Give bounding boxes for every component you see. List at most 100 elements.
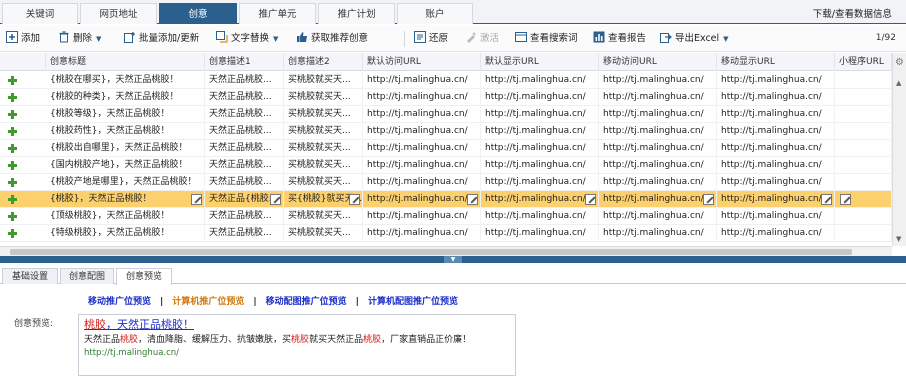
cell-mobile-display-url[interactable]: http://tj.malinghua.cn/ — [717, 174, 835, 191]
cell-default-display-url[interactable]: http://tj.malinghua.cn/ — [481, 89, 599, 106]
cell-mini-program-url[interactable] — [835, 123, 892, 140]
edit-icon[interactable] — [467, 194, 478, 205]
cell-description-1[interactable]: 天然正品桃胶... — [205, 208, 284, 225]
cell-default-visit-url[interactable]: http://tj.malinghua.cn/ — [363, 157, 481, 174]
cell-mini-program-url[interactable] — [835, 225, 892, 242]
cell-mini-program-url[interactable] — [835, 140, 892, 157]
expand-plus-icon[interactable] — [8, 161, 17, 170]
tab-campaigns[interactable]: 推广计划 — [318, 3, 395, 24]
vertical-scrollbar[interactable]: ⚙ ▲ ▼ — [892, 53, 906, 246]
cell-mobile-visit-url[interactable]: http://tj.malinghua.cn/ — [599, 225, 717, 242]
cell-creative-title[interactable]: {桃胶等级}，天然正品桃胶！ — [46, 106, 205, 123]
cell-mobile-visit-url[interactable]: http://tj.malinghua.cn/ — [599, 106, 717, 123]
tab-keywords[interactable]: 关键词 — [2, 3, 78, 24]
table-row[interactable]: {桃胶出自哪里}，天然正品桃胶！ 天然正品桃胶... 买桃胶就买天... http:/… — [0, 140, 892, 157]
restore-button[interactable]: 还原 — [414, 31, 448, 47]
edit-icon[interactable] — [191, 194, 202, 205]
mobile-preview-link[interactable]: 移动推广位预览 — [88, 294, 151, 307]
table-row[interactable]: {桃胶药性}，天然正品桃胶！ 天然正品桃胶... 买桃胶就买天... http://t… — [0, 123, 892, 140]
cell-description-1[interactable]: 天然正品桃胶... — [205, 106, 284, 123]
cell-description-2[interactable]: 买桃胶就买天... — [284, 208, 363, 225]
cell-default-display-url[interactable]: http://tj.malinghua.cn/ — [481, 174, 599, 191]
cell-default-visit-url[interactable]: http://tj.malinghua.cn/ — [363, 191, 481, 208]
header-default-display-url[interactable]: 默认显示URL — [481, 53, 599, 71]
cell-default-display-url[interactable]: http://tj.malinghua.cn/ — [481, 157, 599, 174]
cell-mini-program-url[interactable] — [835, 72, 892, 89]
cell-mobile-visit-url[interactable]: http://tj.malinghua.cn/ — [599, 157, 717, 174]
cell-mobile-display-url[interactable]: http://tj.malinghua.cn/ — [717, 123, 835, 140]
cell-description-2[interactable]: 买桃胶就买天... — [284, 106, 363, 123]
tab-ad-groups[interactable]: 推广单元 — [239, 3, 316, 24]
cell-mobile-display-url[interactable]: http://tj.malinghua.cn/ — [717, 72, 835, 89]
table-row[interactable]: {桃胶等级}，天然正品桃胶！ 天然正品桃胶... 买桃胶就买天... http://t… — [0, 106, 892, 123]
edit-icon[interactable] — [840, 194, 851, 205]
preview-ad-title[interactable]: 桃胶，天然正品桃胶！ — [84, 318, 510, 332]
cell-default-visit-url[interactable]: http://tj.malinghua.cn/ — [363, 106, 481, 123]
cell-mobile-visit-url[interactable]: http://tj.malinghua.cn/ — [599, 140, 717, 157]
table-row[interactable]: {桃胶产地是哪里}，天然正品桃胶！ 天然正品桃胶... 买桃胶就买天... http:… — [0, 174, 892, 191]
cell-default-display-url[interactable]: http://tj.malinghua.cn/ — [481, 123, 599, 140]
batch-add-update-button[interactable]: 批量添加/更新 — [124, 31, 199, 47]
header-description-1[interactable]: 创意描述1 — [205, 53, 284, 71]
text-replace-button[interactable]: 文字替换 ▼ — [216, 31, 278, 47]
cell-default-visit-url[interactable]: http://tj.malinghua.cn/ — [363, 72, 481, 89]
cell-description-1[interactable]: 天然正品桃胶... — [205, 72, 284, 89]
scroll-down-icon[interactable]: ▼ — [896, 235, 901, 243]
delete-button[interactable]: 删除 ▼ — [58, 31, 101, 47]
edit-icon[interactable] — [585, 194, 596, 205]
expand-plus-icon[interactable] — [8, 195, 17, 204]
expand-plus-icon[interactable] — [8, 93, 17, 102]
cell-creative-title[interactable]: {桃胶在哪买}，天然正品桃胶！ — [46, 72, 205, 89]
cell-mobile-display-url[interactable]: http://tj.malinghua.cn/ — [717, 208, 835, 225]
tab-creative-preview[interactable]: 创意预览 — [116, 268, 172, 285]
edit-icon[interactable] — [349, 194, 360, 205]
cell-description-1[interactable]: 天然正品桃胶... — [205, 174, 284, 191]
cell-creative-title[interactable]: {顶级桃胶}，天然正品桃胶！ — [46, 208, 205, 225]
header-mobile-visit-url[interactable]: 移动访问URL — [599, 53, 717, 71]
export-excel-button[interactable]: 导出Excel ▼ — [660, 31, 729, 47]
cell-mini-program-url[interactable] — [835, 208, 892, 225]
cell-description-1[interactable]: 天然正品桃胶... — [205, 89, 284, 106]
cell-description-2[interactable]: 买桃胶就买天... — [284, 89, 363, 106]
header-mobile-display-url[interactable]: 移动显示URL — [717, 53, 835, 71]
tab-creative-images[interactable]: 创意配图 — [60, 268, 114, 284]
cell-creative-title[interactable]: {国内桃胶产地}，天然正品桃胶！ — [46, 157, 205, 174]
table-row[interactable]: {特级桃胶}，天然正品桃胶！ 天然正品桃胶... 买桃胶就买天... http://t… — [0, 225, 892, 242]
activate-button[interactable]: 激活 — [465, 31, 499, 47]
table-row[interactable]: {桃胶在哪买}，天然正品桃胶！ 天然正品桃胶... 买桃胶就买天... http://… — [0, 72, 892, 89]
desktop-image-preview-link[interactable]: 计算机配图推广位预览 — [368, 294, 458, 307]
cell-creative-title[interactable]: {桃胶药性}，天然正品桃胶！ — [46, 123, 205, 140]
cell-description-2[interactable]: 买桃胶就买天... — [284, 174, 363, 191]
cell-description-2[interactable]: 买桃胶就买天... — [284, 72, 363, 89]
cell-creative-title[interactable]: {桃胶出自哪里}，天然正品桃胶！ — [46, 140, 205, 157]
view-search-terms-button[interactable]: 查看搜索词 — [515, 31, 578, 47]
cell-default-visit-url[interactable]: http://tj.malinghua.cn/ — [363, 208, 481, 225]
cell-mobile-display-url[interactable]: http://tj.malinghua.cn/ — [717, 157, 835, 174]
cell-default-visit-url[interactable]: http://tj.malinghua.cn/ — [363, 89, 481, 106]
cell-mobile-visit-url[interactable]: http://tj.malinghua.cn/ — [599, 208, 717, 225]
cell-mini-program-url[interactable] — [835, 89, 892, 106]
scroll-up-icon[interactable]: ▲ — [896, 79, 901, 87]
cell-mobile-display-url[interactable]: http://tj.malinghua.cn/ — [717, 89, 835, 106]
cell-creative-title[interactable]: {特级桃胶}，天然正品桃胶！ — [46, 225, 205, 242]
cell-description-2[interactable]: 买桃胶就买天... — [284, 157, 363, 174]
cell-description-2[interactable]: 买桃胶就买天... — [284, 225, 363, 242]
cell-mini-program-url[interactable] — [835, 106, 892, 123]
cell-default-display-url[interactable]: http://tj.malinghua.cn/ — [481, 225, 599, 242]
view-report-button[interactable]: 查看报告 — [593, 31, 646, 47]
table-row[interactable]: {顶级桃胶}，天然正品桃胶！ 天然正品桃胶... 买桃胶就买天... http://t… — [0, 208, 892, 225]
tab-creatives[interactable]: 创意 — [159, 3, 237, 24]
expand-plus-icon[interactable] — [8, 229, 17, 238]
cell-mobile-display-url[interactable]: http://tj.malinghua.cn/ — [717, 225, 835, 242]
cell-mobile-display-url[interactable]: http://tj.malinghua.cn/ — [717, 140, 835, 157]
edit-icon[interactable] — [703, 194, 714, 205]
tab-webpage-urls[interactable]: 网页地址 — [80, 3, 157, 24]
get-recommended-creatives-button[interactable]: 获取推荐创意 — [296, 31, 368, 47]
cell-description-1[interactable]: 天然正品桃胶... — [205, 157, 284, 174]
header-creative-title[interactable]: 创意标题 — [46, 53, 205, 71]
horizontal-scroll-thumb[interactable] — [10, 249, 852, 255]
header-mini-program-url[interactable]: 小程序URL — [835, 53, 892, 71]
edit-icon[interactable] — [821, 194, 832, 205]
collapse-icon[interactable]: ▼ — [444, 256, 462, 263]
cell-mobile-visit-url[interactable]: http://tj.malinghua.cn/ — [599, 191, 717, 208]
